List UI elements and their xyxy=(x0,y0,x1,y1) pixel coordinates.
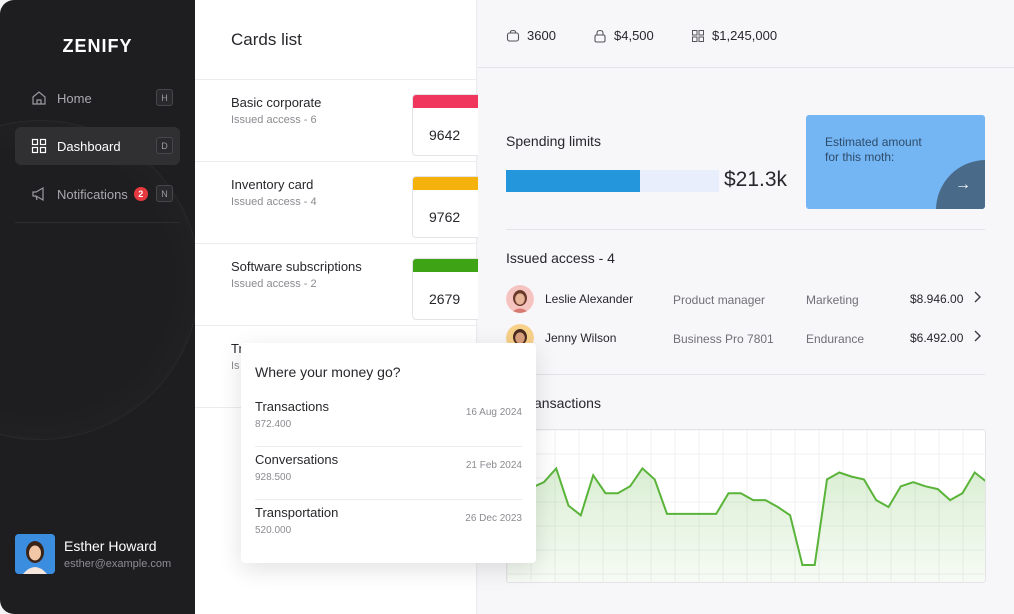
access-row[interactable]: Jenny Wilson Business Pro 7801 Endurance… xyxy=(506,324,986,354)
person-name: Jenny Wilson xyxy=(545,331,617,345)
stat-value: 3600 xyxy=(527,28,556,43)
app-logo: ZENIFY xyxy=(62,36,133,56)
chevron-right-icon[interactable] xyxy=(973,330,982,345)
popover-item[interactable]: Transportation 520.000 26 Dec 2023 xyxy=(255,501,522,553)
divider xyxy=(506,374,985,375)
money-breakdown-popover: Where your money go? Transactions 872.40… xyxy=(241,343,536,563)
shortcut-key: N xyxy=(156,185,173,202)
shortcut-key: H xyxy=(156,89,173,106)
card-color-stripe xyxy=(413,95,481,108)
card-name: Basic corporate xyxy=(231,95,322,110)
chevron-right-icon[interactable] xyxy=(973,291,982,306)
user-email: esther@example.com xyxy=(64,558,172,570)
section-title: Issued access - 4 xyxy=(506,250,615,266)
card-thumbnail: 9762 xyxy=(412,176,482,238)
popover-item[interactable]: Conversations 928.500 21 Feb 2024 xyxy=(255,448,522,500)
estimate-card[interactable]: Estimated amount for this moth: → xyxy=(806,115,985,209)
divider xyxy=(506,229,985,230)
dashboard-icon xyxy=(31,138,47,154)
card-color-stripe xyxy=(413,177,481,190)
person-name: Leslie Alexander xyxy=(545,292,634,306)
popover-item-value: 520.000 xyxy=(255,525,292,536)
sidebar-decoration xyxy=(0,120,195,440)
stat-value: $1,245,000 xyxy=(712,28,778,43)
popover-item-date: 16 Aug 2024 xyxy=(465,407,522,418)
stat-item: 3600 xyxy=(506,28,556,43)
spending-amount: $21.3k xyxy=(724,168,788,191)
notification-badge: 2 xyxy=(133,187,148,201)
lock-icon xyxy=(593,29,607,43)
bag-icon xyxy=(506,29,520,43)
dashboard-main: 3600 $4,500 $1,245,000 Spending limits $… xyxy=(478,0,1014,614)
popover-item-name: Transactions xyxy=(255,399,329,414)
access-row[interactable]: Leslie Alexander Product manager Marketi… xyxy=(506,285,986,315)
card-access-count: Is xyxy=(231,360,240,372)
sidebar-item-label: Home xyxy=(57,90,92,106)
card-access-count: Issued access - 4 xyxy=(231,196,317,208)
popover-item-date: 26 Dec 2023 xyxy=(465,513,522,524)
user-name: Esther Howard xyxy=(64,538,157,554)
avatar xyxy=(15,534,55,574)
stat-value: $4,500 xyxy=(614,28,654,43)
person-amount: $8.946.00 xyxy=(910,292,964,306)
page-title: Cards list xyxy=(231,30,302,49)
person-department: Marketing xyxy=(806,293,859,307)
card-name: Inventory card xyxy=(231,177,314,192)
card-name: Software subscriptions xyxy=(231,259,362,274)
user-profile[interactable]: Esther Howard esther@example.com xyxy=(15,534,171,574)
stat-item: $1,245,000 xyxy=(691,28,777,43)
grid-icon xyxy=(691,29,705,43)
spending-progress-fill xyxy=(506,170,641,192)
card-number: 2679 xyxy=(429,291,461,307)
person-amount: $6.492.00 xyxy=(910,331,964,345)
shortcut-key: D xyxy=(156,137,173,154)
card-access-count: Issued access - 6 xyxy=(231,114,317,126)
section-title: Spending limits xyxy=(506,133,601,149)
card-number: 9642 xyxy=(429,127,461,143)
card-list-item[interactable]: Software subscriptions Issued access - 2… xyxy=(195,244,482,326)
sidebar-item-dashboard[interactable]: Dashboard D xyxy=(15,127,180,165)
avatar xyxy=(506,285,534,313)
sidebar-item-home[interactable]: Home H xyxy=(15,79,180,117)
divider xyxy=(478,67,1014,68)
popover-item-value: 872.400 xyxy=(255,419,292,430)
arrow-right-icon[interactable]: → xyxy=(955,176,971,194)
person-department: Endurance xyxy=(806,332,865,346)
sidebar: ZENIFY Home H Dashboard D Notifications … xyxy=(0,0,195,614)
popover-item-date: 21 Feb 2024 xyxy=(465,460,522,471)
card-list-item[interactable]: Inventory card Issued access - 4 9762 xyxy=(195,162,482,244)
stat-item: $4,500 xyxy=(593,28,654,43)
card-color-stripe xyxy=(413,259,481,272)
megaphone-icon xyxy=(31,186,47,202)
popover-item-name: Conversations xyxy=(255,452,339,467)
card-list-item[interactable]: Basic corporate Issued access - 6 9642 xyxy=(195,80,482,162)
person-role: Product manager xyxy=(673,293,766,307)
transactions-chart-svg xyxy=(507,430,985,582)
divider xyxy=(15,222,180,223)
person-role: Business Pro 7801 xyxy=(673,332,774,346)
card-thumbnail: 2679 xyxy=(412,258,482,320)
estimate-label: Estimated amount for this moth: xyxy=(825,135,922,164)
transactions-chart xyxy=(506,429,986,583)
sidebar-item-label: Notifications xyxy=(57,186,128,202)
popover-item-value: 928.500 xyxy=(255,472,292,483)
card-access-count: Issued access - 2 xyxy=(231,278,317,290)
popover-title: Where your money go? xyxy=(255,364,401,380)
card-thumbnail: 9642 xyxy=(412,94,482,156)
card-number: 9762 xyxy=(429,209,461,225)
sidebar-item-notifications[interactable]: Notifications 2 N xyxy=(15,175,180,213)
popover-item-name: Transportation xyxy=(255,505,339,520)
home-icon xyxy=(31,90,47,106)
spending-progress-bar xyxy=(506,170,719,192)
sidebar-item-label: Dashboard xyxy=(57,138,121,154)
popover-item[interactable]: Transactions 872.400 16 Aug 2024 xyxy=(255,395,522,447)
